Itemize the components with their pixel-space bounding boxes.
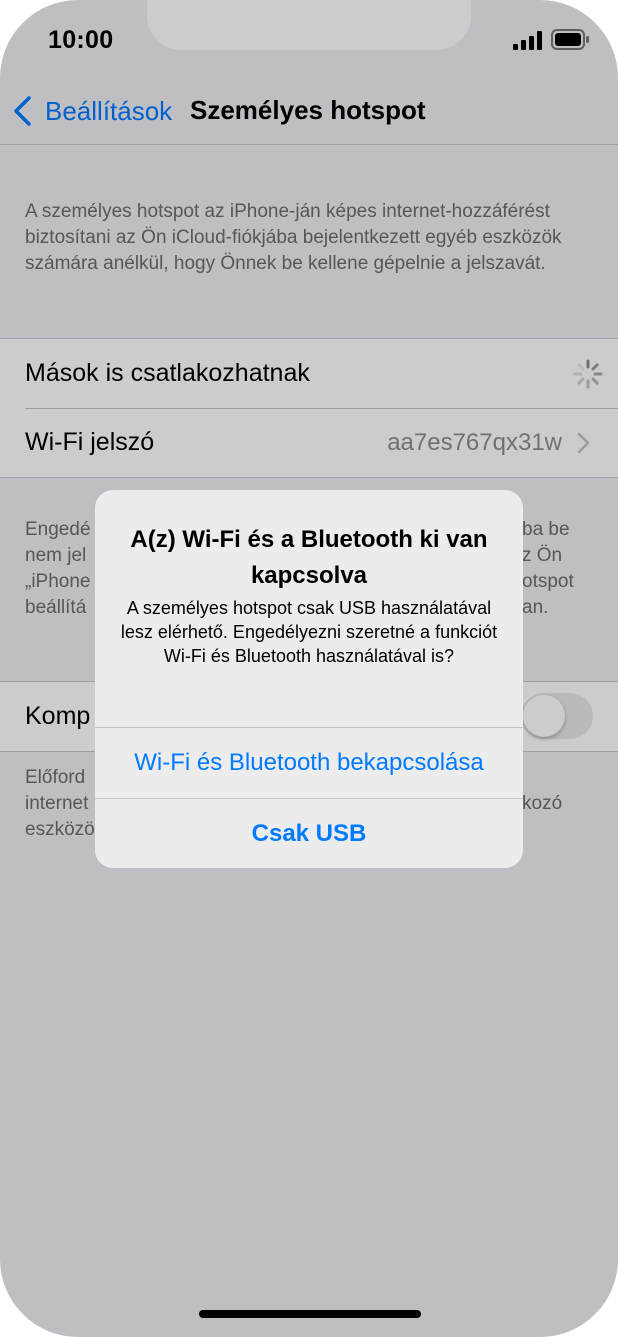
phone-screen: 10:00 Beállítások Személyes hotspot A sz… — [0, 0, 618, 1337]
alert-message: A személyes hotspot csak USB használatáv… — [120, 598, 498, 666]
enable-wifi-bluetooth-button[interactable]: Wi-Fi és Bluetooth bekapcsolása — [95, 727, 523, 798]
alert-title: A(z) Wi-Fi és a Bluetooth ki van kapcsol… — [130, 526, 488, 589]
home-indicator[interactable] — [199, 1310, 421, 1318]
alert-dialog: A(z) Wi-Fi és a Bluetooth ki van kapcsol… — [95, 490, 523, 868]
usb-only-button[interactable]: Csak USB — [95, 798, 523, 868]
